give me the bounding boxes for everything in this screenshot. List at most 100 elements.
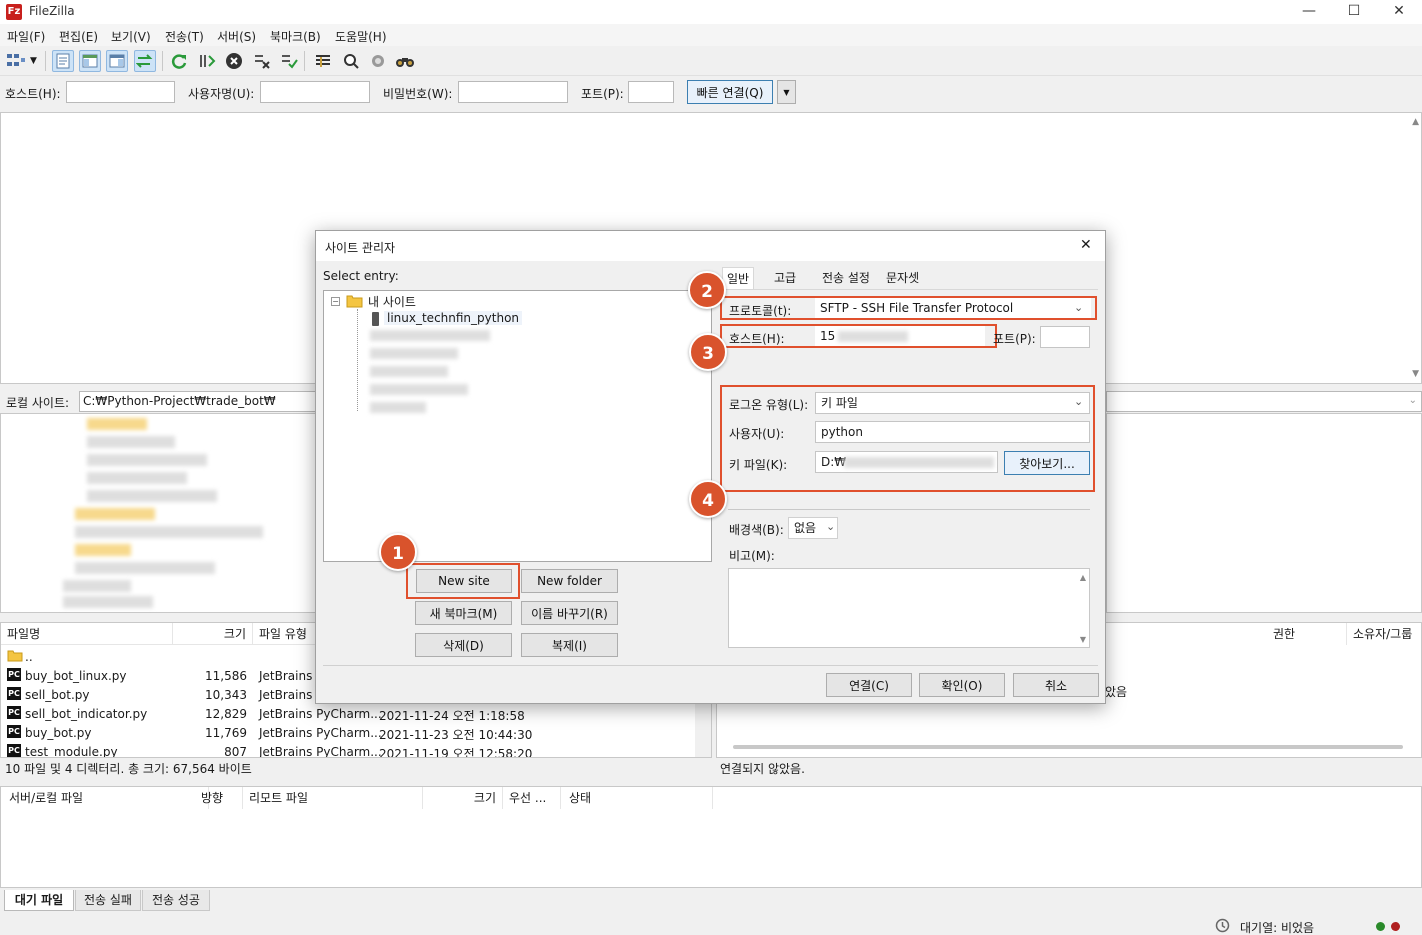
local-directory-tree[interactable] bbox=[0, 413, 316, 613]
cancel-button[interactable]: 취소 bbox=[1013, 673, 1099, 697]
username-input[interactable] bbox=[260, 81, 370, 103]
collapse-toggle-icon[interactable]: − bbox=[331, 297, 340, 306]
close-window-button[interactable]: ✕ bbox=[1376, 0, 1422, 24]
column-direction[interactable]: 방향 bbox=[195, 787, 243, 809]
menu-server[interactable]: 서버(S) bbox=[217, 28, 256, 45]
tree-blurred-row bbox=[370, 384, 468, 395]
scroll-down-arrow-icon[interactable]: ▼ bbox=[1080, 635, 1086, 644]
user-input[interactable]: python bbox=[815, 421, 1090, 443]
maximize-button[interactable]: ☐ bbox=[1331, 0, 1377, 24]
comment-textarea[interactable]: ▲ ▼ bbox=[728, 568, 1090, 648]
password-input[interactable] bbox=[458, 81, 568, 103]
tab-failed-transfers[interactable]: 전송 실패 bbox=[75, 890, 141, 911]
tab-general[interactable]: 일반 bbox=[722, 267, 755, 289]
file-name[interactable]: buy_bot.py bbox=[25, 726, 92, 740]
column-owner-group[interactable]: 소유자/그룹 bbox=[1347, 623, 1422, 645]
tab-queued-files[interactable]: 대기 파일 bbox=[4, 890, 74, 911]
tree-root-my-sites[interactable]: 내 사이트 bbox=[368, 293, 416, 310]
menu-bookmarks[interactable]: 북마크(B) bbox=[270, 28, 321, 45]
site-tree[interactable]: − 내 사이트 linux_technfin_python bbox=[323, 290, 712, 562]
rename-button[interactable]: 이름 바꾸기(R) bbox=[521, 601, 618, 625]
host-input[interactable] bbox=[66, 81, 175, 103]
directory-listing-filters-icon[interactable] bbox=[312, 50, 334, 72]
remote-horizontal-scrollbar[interactable] bbox=[733, 745, 1403, 749]
scroll-down-arrow-icon[interactable]: ▼ bbox=[1412, 369, 1419, 379]
menu-view[interactable]: 보기(V) bbox=[111, 28, 151, 45]
scroll-up-arrow-icon[interactable]: ▲ bbox=[1080, 573, 1086, 582]
queue-status-icon bbox=[1215, 918, 1230, 935]
tree-site-item[interactable]: linux_technfin_python bbox=[384, 311, 523, 325]
connect-button[interactable]: 연결(C) bbox=[826, 673, 912, 697]
transfer-queue-panel[interactable]: 서버/로컬 파일 방향 리모트 파일 크기 우선 ... 상태 bbox=[0, 786, 1422, 888]
chevron-down-icon[interactable]: ⌄ bbox=[1074, 395, 1083, 408]
tab-successful-transfers[interactable]: 전송 성공 bbox=[142, 890, 210, 911]
column-queue-size[interactable]: 크기 bbox=[423, 787, 503, 809]
tab-transfer-settings[interactable]: 전송 설정 bbox=[818, 267, 874, 289]
dialog-close-button[interactable]: ✕ bbox=[1080, 237, 1092, 253]
tree-blurred-row bbox=[75, 562, 215, 574]
local-tree-toggle-icon[interactable] bbox=[79, 50, 101, 72]
column-permissions[interactable]: 권한 bbox=[1267, 623, 1347, 645]
message-log-toggle-icon[interactable] bbox=[52, 50, 74, 72]
filezilla-logo-icon: Fz bbox=[6, 4, 22, 20]
tree-blurred-row bbox=[75, 526, 263, 538]
local-path-input[interactable]: C:₩Python-Project₩trade_bot₩ bbox=[79, 391, 319, 412]
port-input[interactable] bbox=[628, 81, 674, 103]
reconnect-icon[interactable] bbox=[278, 50, 300, 72]
transfer-queue-toggle-icon[interactable] bbox=[134, 50, 156, 72]
tab-charset[interactable]: 문자셋 bbox=[882, 267, 923, 289]
file-name[interactable]: sell_bot.py bbox=[25, 688, 90, 702]
new-folder-button[interactable]: New folder bbox=[521, 569, 618, 593]
remote-tree-toggle-icon[interactable] bbox=[106, 50, 128, 72]
dropdown-arrow-icon[interactable]: ▼ bbox=[30, 56, 37, 66]
ok-button[interactable]: 확인(O) bbox=[919, 673, 1005, 697]
menu-file[interactable]: 파일(F) bbox=[7, 28, 45, 45]
disconnect-icon[interactable] bbox=[251, 50, 273, 72]
pycharm-file-icon: PC bbox=[7, 706, 21, 719]
remote-path-dropdown-icon[interactable]: ⌄ bbox=[1409, 395, 1417, 406]
file-name[interactable]: test_module.py bbox=[25, 745, 118, 757]
site-manager-icon[interactable] bbox=[5, 50, 27, 72]
host-label: 호스트(H): bbox=[5, 87, 61, 101]
menu-edit[interactable]: 편집(E) bbox=[59, 28, 98, 45]
duplicate-button[interactable]: 복제(I) bbox=[521, 633, 618, 657]
dialog-title: 사이트 관리자 bbox=[325, 241, 396, 255]
synchronized-browsing-icon[interactable] bbox=[367, 50, 389, 72]
search-files-binoculars-icon[interactable] bbox=[394, 50, 416, 72]
column-filename[interactable]: 파일명 bbox=[1, 623, 173, 645]
scroll-up-arrow-icon[interactable]: ▲ bbox=[1412, 117, 1419, 127]
quickconnect-button[interactable]: 빠른 연결(Q) bbox=[687, 80, 773, 104]
compare-directories-icon[interactable] bbox=[340, 50, 362, 72]
browse-button[interactable]: 찾아보기... bbox=[1004, 451, 1090, 475]
logon-type-select[interactable]: 키 파일 bbox=[815, 392, 1090, 414]
tree-blurred-row bbox=[63, 596, 153, 608]
file-name[interactable]: .. bbox=[25, 650, 33, 664]
tab-advanced[interactable]: 고급 bbox=[770, 267, 800, 289]
column-priority[interactable]: 우선 ... bbox=[503, 787, 561, 809]
column-status[interactable]: 상태 bbox=[563, 787, 713, 809]
process-queue-icon[interactable] bbox=[196, 50, 218, 72]
quickconnect-dropdown-icon[interactable]: ▼ bbox=[777, 80, 796, 104]
file-name[interactable]: buy_bot_linux.py bbox=[25, 669, 127, 683]
minimize-button[interactable]: — bbox=[1286, 0, 1332, 24]
menu-transfer[interactable]: 전송(T) bbox=[165, 28, 204, 45]
logon-type-label: 로그온 유형(L): bbox=[729, 398, 809, 412]
refresh-icon[interactable] bbox=[168, 50, 190, 72]
delete-button[interactable]: 삭제(D) bbox=[415, 633, 512, 657]
footer-divider bbox=[323, 665, 1098, 666]
pycharm-file-icon: PC bbox=[7, 725, 21, 738]
column-size[interactable]: 크기 bbox=[173, 623, 253, 645]
port-field-input[interactable] bbox=[1040, 326, 1090, 348]
column-remote-file[interactable]: 리모트 파일 bbox=[243, 787, 423, 809]
remote-path-input[interactable]: ⌄ bbox=[1106, 391, 1422, 412]
column-server-local-file[interactable]: 서버/로컬 파일 bbox=[3, 787, 209, 809]
remote-directory-tree[interactable] bbox=[1106, 413, 1422, 613]
remote-empty-text: 았음 bbox=[1105, 685, 1128, 699]
tree-blurred-row bbox=[63, 580, 131, 592]
menu-help[interactable]: 도움말(H) bbox=[335, 28, 387, 45]
chevron-down-icon[interactable]: ⌄ bbox=[826, 520, 835, 533]
file-name[interactable]: sell_bot_indicator.py bbox=[25, 707, 147, 721]
new-bookmark-button[interactable]: 새 북마크(M) bbox=[415, 601, 512, 625]
cancel-operation-icon[interactable] bbox=[223, 50, 245, 72]
server-icon bbox=[372, 312, 379, 326]
